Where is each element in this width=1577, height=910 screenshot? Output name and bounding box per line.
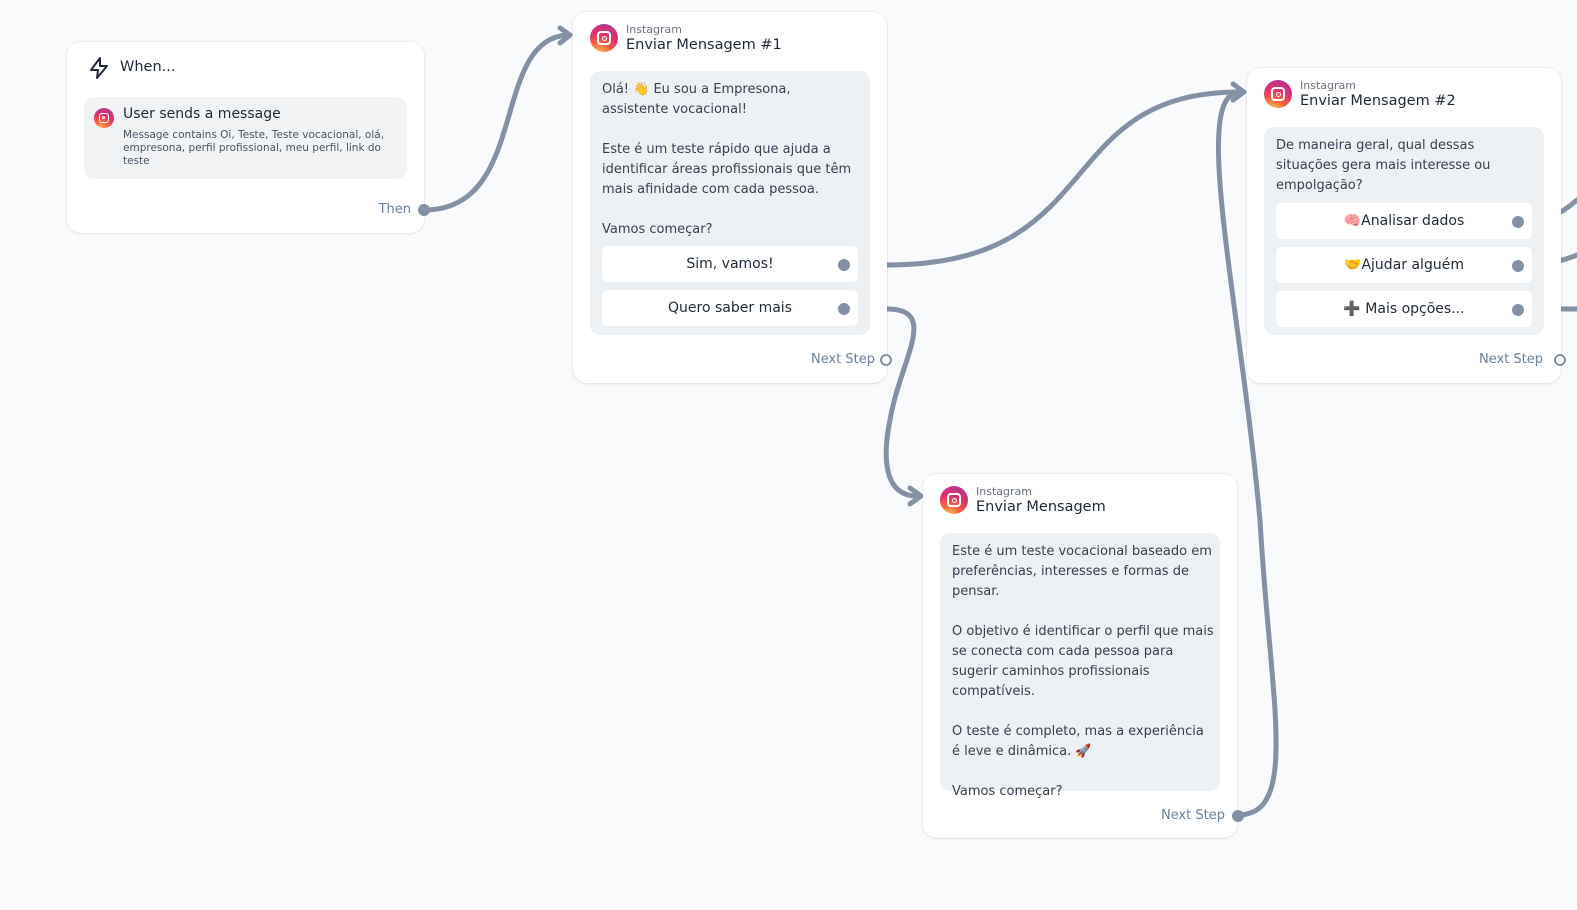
lightning-icon xyxy=(90,57,108,79)
trigger-event-card[interactable]: User sends a message Message contains Oi… xyxy=(84,97,407,179)
instagram-icon xyxy=(590,24,618,52)
node-platform: Instagram xyxy=(1300,79,1356,92)
flow-canvas[interactable]: When... User sends a message Message con… xyxy=(0,0,1577,910)
quick-reply-button[interactable]: 🤝Ajudar alguém xyxy=(1276,247,1532,283)
edge-sim-to-node2 xyxy=(884,89,1243,268)
button-handle[interactable] xyxy=(838,303,850,315)
node-title: Enviar Mensagem xyxy=(976,499,1106,515)
instagram-icon xyxy=(1264,80,1292,108)
edge-trigger-to-node1 xyxy=(421,32,570,213)
next-step-handle[interactable] xyxy=(1554,354,1566,366)
message-node-3[interactable]: Instagram Enviar Mensagem Este é um test… xyxy=(923,474,1244,838)
next-step-handle[interactable] xyxy=(880,354,892,366)
message-bubble[interactable]: De maneira geral, qual dessas situações … xyxy=(1264,127,1544,335)
quick-reply-button[interactable]: Sim, vamos! xyxy=(602,246,858,282)
next-step-label: Next Step xyxy=(1478,352,1543,367)
trigger-title: When... xyxy=(120,59,176,75)
next-step-label: Next Step xyxy=(1160,808,1225,823)
button-handle[interactable] xyxy=(1512,260,1524,272)
button-handle[interactable] xyxy=(838,259,850,271)
node-title: Enviar Mensagem #1 xyxy=(626,37,782,53)
button-handle[interactable] xyxy=(1512,304,1524,316)
then-label: Then xyxy=(378,202,411,217)
instagram-icon xyxy=(94,108,114,128)
quick-reply-button[interactable]: ➕ Mais opções... xyxy=(1276,291,1532,327)
node-platform: Instagram xyxy=(976,485,1032,498)
edge-arrow-node3 xyxy=(907,485,924,507)
message-bubble[interactable]: Olá! 👋 Eu sou a Empresona, assistente vo… xyxy=(590,71,870,335)
trigger-event-title: User sends a message xyxy=(123,106,281,122)
next-step-label: Next Step xyxy=(810,352,875,367)
trigger-node[interactable]: When... User sends a message Message con… xyxy=(67,42,430,233)
quick-reply-button[interactable]: Quero saber mais xyxy=(602,290,858,326)
node-title: Enviar Mensagem #2 xyxy=(1300,93,1456,109)
edge-arrow-node2 xyxy=(1230,81,1247,103)
edge-quero-to-node3 xyxy=(883,306,920,499)
message-text: Olá! 👋 Eu sou a Empresona, assistente vo… xyxy=(602,82,852,237)
message-node-1[interactable]: Instagram Enviar Mensagem #1 Olá! 👋 Eu s… xyxy=(573,12,892,383)
next-step-handle[interactable] xyxy=(1232,810,1244,822)
message-text: De maneira geral, qual dessas situações … xyxy=(1276,138,1491,193)
then-handle[interactable] xyxy=(418,204,430,216)
message-node-2[interactable]: Instagram Enviar Mensagem #2 De maneira … xyxy=(1247,68,1566,383)
edge-arrow-node1 xyxy=(557,25,573,46)
trigger-event-description: Message contains Oi, Teste, Teste vocaci… xyxy=(123,129,385,167)
button-handle[interactable] xyxy=(1512,216,1524,228)
instagram-icon xyxy=(940,486,968,514)
quick-reply-button[interactable]: 🧠Analisar dados xyxy=(1276,203,1532,239)
message-bubble[interactable]: Este é um teste vocacional baseado em pr… xyxy=(940,533,1220,799)
node-platform: Instagram xyxy=(626,23,682,36)
message-text: Este é um teste vocacional baseado em pr… xyxy=(952,544,1214,799)
